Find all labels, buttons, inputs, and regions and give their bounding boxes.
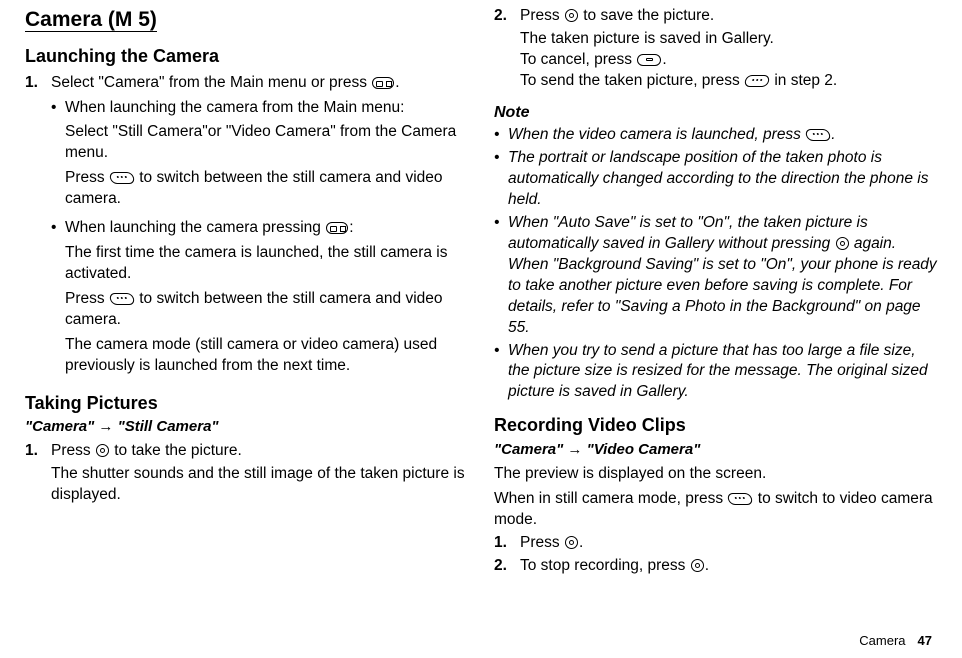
launch-bullet-key: When launching the camera pressing : The…: [51, 218, 468, 380]
right-softkey-icon: [109, 172, 136, 184]
record-step-2: 2. To stop recording, press .: [494, 556, 937, 577]
step-number: 1.: [25, 441, 51, 506]
page-title: Camera (M 5): [25, 13, 157, 30]
step-desc: To send the taken picture, press in step…: [520, 71, 937, 92]
camera-key-icon: [372, 77, 394, 89]
left-column: Camera (M 5) Launching the Camera 1. Sel…: [25, 6, 468, 578]
right-column: 2. Press to save the picture. The taken …: [494, 6, 937, 578]
center-key-icon: [96, 444, 109, 457]
step-number: 2.: [494, 556, 520, 577]
breadcrumb-recording: "Camera" → "Video Camera": [494, 440, 937, 460]
step-desc: To cancel, press .: [520, 50, 937, 71]
footer-section: Camera: [859, 633, 905, 648]
launch-step-1: 1. Select "Camera" from the Main menu or…: [25, 73, 468, 94]
bullet-line: The camera mode (still camera or video c…: [65, 335, 468, 377]
center-key-icon: [565, 536, 578, 549]
take-step-1: 1. Press to take the picture. The shutte…: [25, 441, 468, 506]
launch-bullet-menu: When launching the camera from the Main …: [51, 98, 468, 215]
title-text: Camera: [25, 8, 102, 31]
recording-para: When in still camera mode, press to swit…: [494, 489, 937, 531]
step-body: Press .: [520, 533, 937, 554]
two-column-layout: Camera (M 5) Launching the Camera 1. Sel…: [25, 6, 937, 578]
step-body: To stop recording, press .: [520, 556, 937, 577]
right-softkey-icon: [109, 293, 136, 305]
page-footer: Camera 47: [859, 632, 932, 650]
center-key-icon: [836, 237, 849, 250]
heading-taking: Taking Pictures: [25, 391, 468, 415]
bullet-mark: [51, 98, 65, 215]
step-desc: The taken picture is saved in Gallery.: [520, 29, 937, 50]
recording-para: The preview is displayed on the screen.: [494, 464, 937, 485]
step-desc: The shutter sounds and the still image o…: [51, 464, 468, 506]
take-step-2: 2. Press to save the picture. The taken …: [494, 6, 937, 92]
bullet-mark: [494, 213, 508, 339]
back-key-icon: [637, 54, 661, 66]
note-item: When you try to send a picture that has …: [494, 341, 937, 404]
bullet-line: When launching the camera from the Main …: [65, 98, 468, 119]
step-number: 2.: [494, 6, 520, 92]
record-step-1: 1. Press .: [494, 533, 937, 554]
step-number: 1.: [494, 533, 520, 554]
right-softkey-icon: [727, 493, 754, 505]
bullet-mark: [494, 148, 508, 211]
step-body: Select "Camera" from the Main menu or pr…: [51, 73, 468, 94]
footer-page-number: 47: [918, 633, 932, 648]
title-shortcut: (M 5): [102, 8, 157, 31]
note-item: When the video camera is launched, press…: [494, 125, 937, 146]
note-item: When "Auto Save" is set to "On", the tak…: [494, 213, 937, 339]
breadcrumb-taking: "Camera" → "Still Camera": [25, 417, 468, 437]
step-body: Press to save the picture. The taken pic…: [520, 6, 937, 92]
bullet-mark: [494, 341, 508, 404]
bullet-line: Select "Still Camera"or "Video Camera" f…: [65, 122, 468, 164]
bullet-mark: [51, 218, 65, 380]
step-body: Press to take the picture. The shutter s…: [51, 441, 468, 506]
center-key-icon: [565, 9, 578, 22]
step-number: 1.: [25, 73, 51, 94]
heading-launching: Launching the Camera: [25, 44, 468, 68]
camera-key-icon: [326, 222, 348, 234]
bullet-mark: [494, 125, 508, 146]
bullet-line: Press to switch between the still camera…: [65, 168, 468, 210]
bullet-line: When launching the camera pressing :: [65, 218, 468, 239]
bullet-line: Press to switch between the still camera…: [65, 289, 468, 331]
center-key-icon: [691, 559, 704, 572]
bullet-line: The first time the camera is launched, t…: [65, 243, 468, 285]
left-softkey-icon: [744, 75, 771, 87]
note-item: The portrait or landscape position of th…: [494, 148, 937, 211]
right-softkey-icon: [805, 129, 832, 141]
note-heading: Note: [494, 102, 937, 124]
heading-recording: Recording Video Clips: [494, 413, 937, 437]
